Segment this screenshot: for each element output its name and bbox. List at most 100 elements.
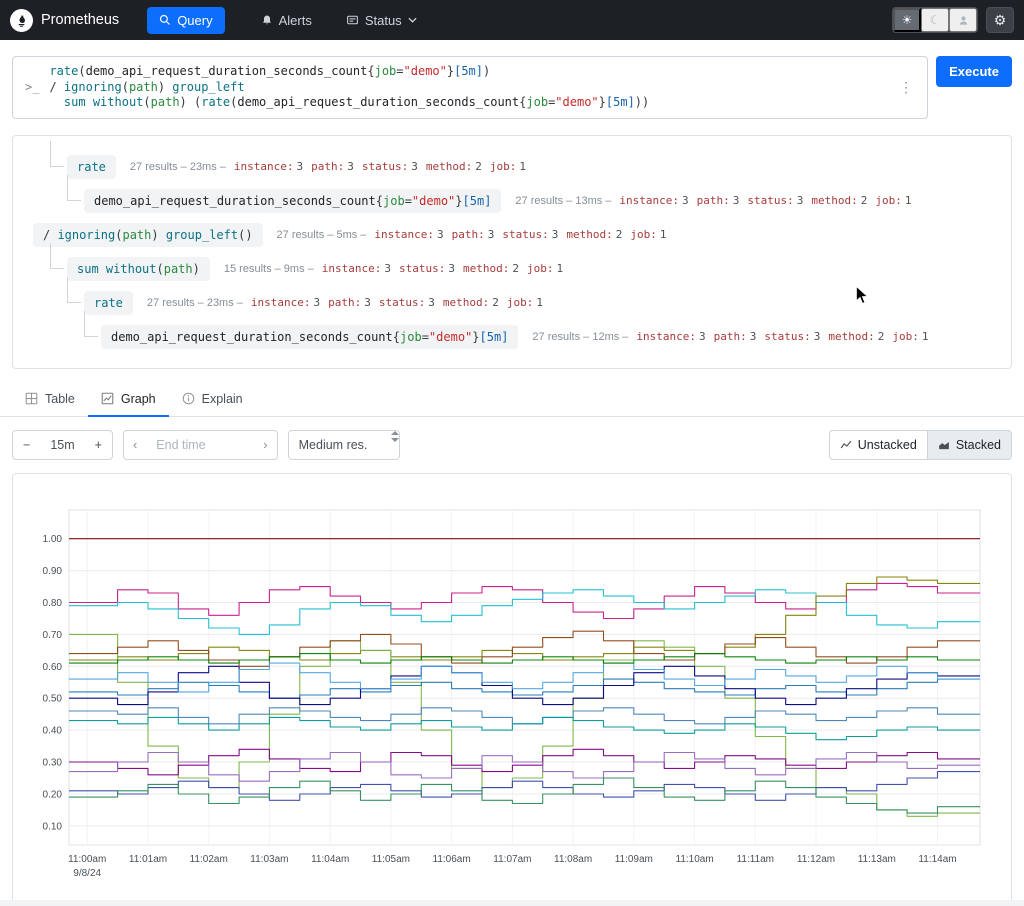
svg-text:0.70: 0.70 (43, 629, 63, 640)
svg-text:0.10: 0.10 (43, 821, 63, 832)
svg-text:0.20: 0.20 (43, 789, 63, 800)
brand[interactable]: Prometheus (10, 8, 119, 32)
tab-graph[interactable]: Graph (87, 383, 169, 417)
info-icon (182, 392, 194, 405)
range-stepper: − 15m + (12, 429, 113, 460)
time-back-button[interactable]: ‹ (124, 431, 146, 459)
tree-connector (50, 140, 64, 167)
code-line: / ignoring(path) group_left (49, 79, 245, 94)
range-increase-button[interactable]: + (85, 431, 112, 459)
svg-text:11:06am: 11:06am (433, 854, 471, 865)
tree-connector (84, 310, 98, 337)
end-time-picker: ‹ End time › (122, 429, 278, 460)
tree-row: / ignoring(path) group_left() 27 results … (27, 218, 997, 252)
tree-node-chip[interactable]: demo_api_request_duration_seconds_count{… (101, 324, 519, 349)
svg-text:11:01am: 11:01am (129, 854, 167, 865)
tree-node-chip[interactable]: / ignoring(path) group_left() (33, 222, 263, 247)
svg-text:0.60: 0.60 (43, 661, 63, 672)
unstacked-label: Unstacked (857, 437, 917, 452)
theme-system-button[interactable] (949, 8, 977, 32)
nav-alerts-link[interactable]: Alerts (251, 7, 322, 34)
svg-text:11:00am: 11:00am (68, 854, 106, 865)
tab-explain[interactable]: Explain (169, 383, 256, 417)
range-decrease-button[interactable]: − (13, 431, 40, 459)
nav-status-label: Status (364, 12, 402, 28)
tree-node-stats: 27 results – 12ms – instance: 3 path: 3 statu… (532, 330, 929, 343)
tree-connector (67, 174, 81, 201)
tab-explain-label: Explain (201, 391, 243, 406)
tree-node-stats: 15 results – 9ms – instance: 3 status: 3 meth… (223, 262, 564, 275)
range-value[interactable]: 15m (40, 431, 84, 459)
tree-row: demo_api_request_duration_seconds_count{… (27, 310, 997, 354)
table-icon (25, 392, 38, 405)
editor-menu-button[interactable]: ⋮ (895, 79, 917, 96)
svg-text:11:05am: 11:05am (372, 854, 410, 865)
tree-row: rate 27 results – 23ms – instance: 3 path: 3 s… (27, 276, 997, 320)
code-line: rate(demo_api_request_duration_seconds_c… (49, 64, 491, 78)
theme-toggle-group: ☀ ☾ (892, 7, 978, 33)
resolution-value: Medium res. (298, 437, 368, 452)
theme-dark-button[interactable]: ☾ (921, 8, 949, 32)
svg-text:0.80: 0.80 (43, 598, 63, 609)
unstacked-button[interactable]: Unstacked (828, 429, 927, 460)
code-line: sum without(path) (rate(demo_api_request… (63, 95, 650, 109)
nav-query-button[interactable]: Query (147, 6, 225, 34)
tree-node-stats: 27 results – 5ms – instance: 3 path: 3 status… (276, 228, 667, 241)
svg-text:11:12am: 11:12am (797, 854, 835, 865)
end-time-input[interactable]: End time (146, 431, 254, 459)
settings-button[interactable]: ⚙ (986, 7, 1014, 33)
stacking-toggle: Unstacked Stacked (828, 429, 1012, 460)
navbar: Prometheus Query Alerts Status ☀ ☾ ⚙ (0, 0, 1024, 40)
svg-text:0.90: 0.90 (43, 566, 63, 577)
prompt-icon: >_ (25, 80, 40, 95)
tree-node-chip[interactable]: sum without(path) (67, 256, 210, 281)
svg-text:0.50: 0.50 (43, 693, 63, 704)
theme-light-button[interactable]: ☀ (893, 8, 921, 32)
tab-table-label: Table (45, 391, 75, 406)
svg-text:1.00: 1.00 (43, 534, 63, 545)
tree-row: rate 27 results – 23ms – instance: 3 path: 3 s… (27, 140, 997, 184)
prometheus-logo-icon (10, 8, 33, 32)
svg-text:11:02am: 11:02am (190, 854, 228, 865)
resolution-select[interactable]: Medium res. (287, 429, 401, 460)
tab-graph-label: Graph (120, 391, 156, 406)
query-editor-row: >_ rate(demo_api_request_duration_second… (12, 56, 1012, 119)
tab-table[interactable]: Table (12, 383, 88, 417)
area-chart-icon (938, 441, 949, 449)
nav-query-label: Query (177, 12, 213, 28)
tree-node-chip[interactable]: demo_api_request_duration_seconds_count{… (84, 188, 502, 213)
svg-text:11:14am: 11:14am (918, 854, 956, 865)
query-tree: rate 27 results – 23ms – instance: 3 path: 3 s… (27, 140, 997, 354)
line-chart-icon (840, 440, 852, 448)
execute-button[interactable]: Execute (936, 56, 1012, 87)
nav-status-link[interactable]: Status (336, 7, 427, 34)
query-tree-panel: rate 27 results – 23ms – instance: 3 path: 3 s… (12, 134, 1012, 369)
navbar-right: ☀ ☾ ⚙ (892, 7, 1014, 33)
select-carets-icon (391, 430, 400, 459)
query-editor[interactable]: >_ rate(demo_api_request_duration_second… (12, 56, 929, 119)
tree-node-stats: 27 results – 23ms – instance: 3 path: 3 statu… (129, 160, 526, 173)
svg-text:11:11am: 11:11am (737, 854, 774, 865)
user-icon (959, 15, 967, 25)
footer-strip (0, 900, 1024, 906)
tree-row: demo_api_request_duration_seconds_count{… (27, 174, 997, 218)
graph-controls: − 15m + ‹ End time › Medium res. Unstack… (12, 429, 1012, 460)
time-series-chart[interactable]: 11:00am 11:01am 11:02am 11:03am 11:04am 11:05… (23, 484, 998, 889)
moon-icon: ☾ (929, 13, 941, 27)
nav-alerts-label: Alerts (278, 12, 312, 28)
stacked-label: Stacked (955, 437, 1001, 452)
graph-panel: 11:00am 11:01am 11:02am 11:03am 11:04am 11:05… (12, 472, 1012, 905)
stacked-button[interactable]: Stacked (926, 429, 1012, 460)
query-code: rate(demo_api_request_duration_seconds_c… (49, 64, 895, 111)
svg-text:11:07am: 11:07am (493, 854, 531, 865)
graph-icon (101, 392, 114, 405)
svg-text:0.30: 0.30 (43, 757, 63, 768)
gear-icon: ⚙ (993, 11, 1007, 28)
sun-icon: ☀ (901, 13, 913, 27)
tree-connector (50, 242, 64, 269)
svg-text:11:09am: 11:09am (615, 854, 653, 865)
chevron-down-icon (408, 17, 417, 23)
svg-text:11:10am: 11:10am (676, 854, 714, 865)
svg-text:11:04am: 11:04am (311, 854, 349, 865)
time-forward-button[interactable]: › (254, 431, 276, 459)
